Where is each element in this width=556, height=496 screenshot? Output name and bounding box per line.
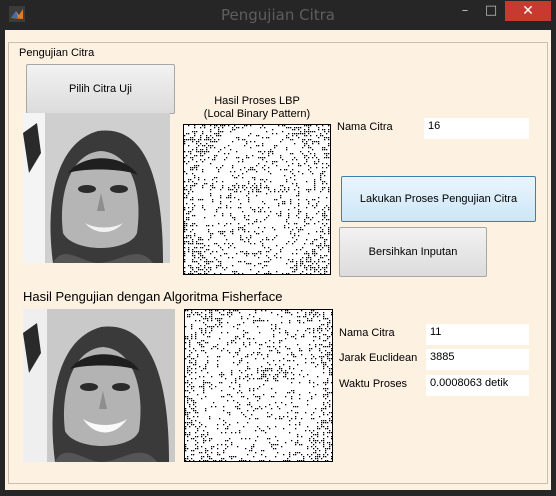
test-name-field[interactable]: 16: [424, 118, 529, 139]
lbp-title: Hasil Proses LBP (Local Binary Pattern): [183, 95, 331, 121]
run-test-button[interactable]: Lakukan Proses Pengujian Citra: [341, 176, 536, 222]
choose-image-button[interactable]: Pilih Citra Uji: [26, 64, 175, 114]
clear-input-button[interactable]: Bersihkan Inputan: [339, 227, 487, 277]
minimize-button[interactable]: –: [452, 1, 478, 21]
main-panel: Pengujian Citra Pilih Citra Uji Hasil Pr…: [8, 42, 548, 484]
section-title: Hasil Pengujian dengan Algoritma Fisherf…: [23, 289, 283, 304]
title-bar: Pengujian Citra – □ ✕: [0, 0, 556, 30]
result-name-field[interactable]: 11: [426, 324, 529, 345]
result-face-image: [23, 309, 175, 462]
lbp-title-line1: Hasil Proses LBP: [214, 95, 300, 107]
maximize-button[interactable]: □: [478, 1, 504, 21]
close-button[interactable]: ✕: [505, 1, 551, 21]
process-time-label: Waktu Proses: [339, 378, 408, 390]
test-name-label: Nama Citra: [337, 121, 393, 133]
result-name-label: Nama Citra: [339, 327, 395, 339]
app-window: Pengujian Citra – □ ✕ Pengujian Citra Pi…: [0, 0, 556, 496]
lbp-result-image: [184, 309, 333, 462]
lbp-test-image: [183, 124, 331, 275]
process-time-field[interactable]: 0.0008063 detik: [426, 375, 529, 396]
panel-title: Pengujian Citra: [17, 47, 97, 59]
euclidean-field[interactable]: 3885: [426, 349, 529, 370]
test-face-image: [23, 113, 170, 263]
client-area: Pengujian Citra Pilih Citra Uji Hasil Pr…: [5, 30, 551, 490]
lbp-title-line2: (Local Binary Pattern): [203, 108, 311, 120]
euclidean-label: Jarak Euclidean: [339, 352, 418, 364]
